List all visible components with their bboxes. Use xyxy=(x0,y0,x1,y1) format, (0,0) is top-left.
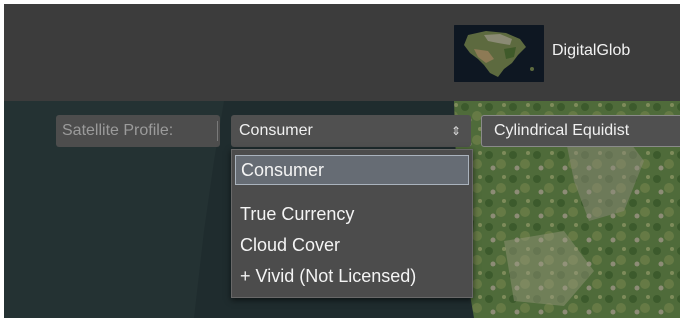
basemap-label[interactable]: DigitalGlob xyxy=(552,42,630,60)
projection-value: Cylindrical Equidist xyxy=(494,122,630,139)
satellite-profile-label: Satellite Profile: xyxy=(56,115,220,147)
satellite-profile-label-text: Satellite Profile: xyxy=(62,122,174,139)
satellite-profile-value: Consumer xyxy=(239,122,313,139)
dropdown-option-vivid[interactable]: + Vivid (Not Licensed) xyxy=(235,261,469,291)
top-bar: DigitalGlob xyxy=(4,4,680,101)
projection-select[interactable]: Cylindrical Equidist xyxy=(481,115,680,147)
app-frame: DigitalGlob Satellite Profile: Consumer … xyxy=(4,4,680,318)
basemap-thumbnail-icon[interactable] xyxy=(454,25,544,82)
dropdown-option-true-currency[interactable]: True Currency xyxy=(235,199,469,229)
label-separator xyxy=(217,121,218,141)
dropdown-option-consumer[interactable]: Consumer xyxy=(235,155,469,185)
satellite-profile-select[interactable]: Consumer ⇕ xyxy=(231,115,471,147)
dropdown-option-cloud-cover[interactable]: Cloud Cover xyxy=(235,230,469,260)
updown-arrows-icon: ⇕ xyxy=(450,124,461,138)
satellite-profile-dropdown: Consumer True Currency Cloud Cover + Viv… xyxy=(231,149,473,298)
